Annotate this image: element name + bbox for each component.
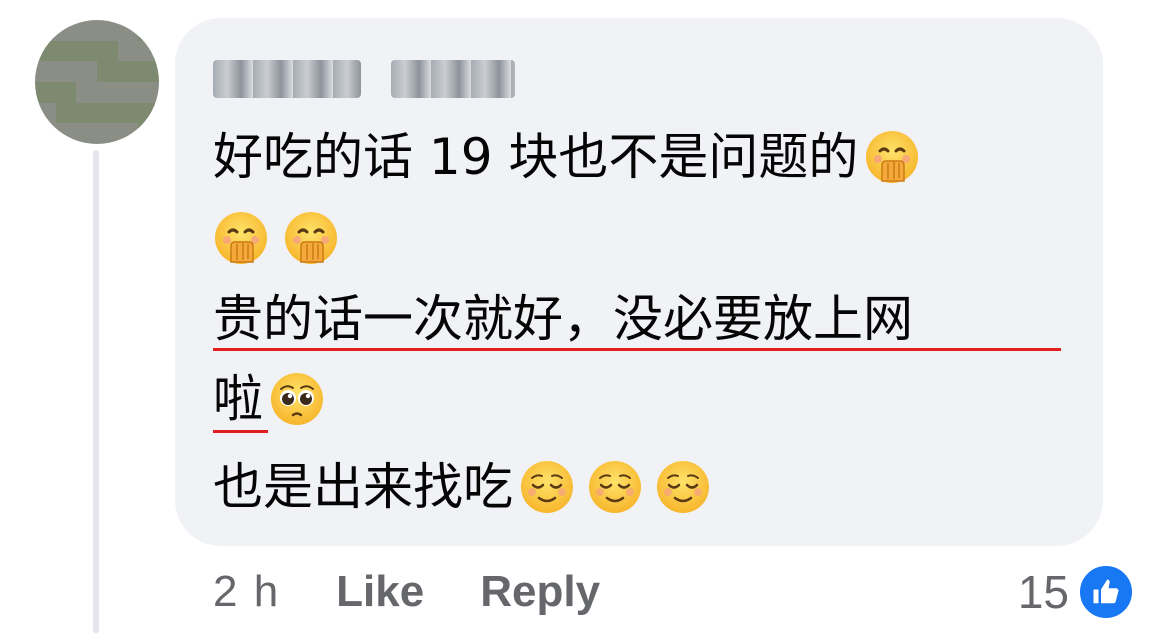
comment-line-5: 也是出来找吃 [213,458,711,516]
comment-line-4-text: 啦 [213,370,263,428]
comment-line-5-text: 也是出来找吃 [213,458,513,516]
author-last-name-blur [391,60,515,98]
comment-line-3-text: 贵的话一次就好，没必要放上网 [213,290,913,348]
thread-line [93,150,99,633]
like-button[interactable]: Like [336,567,424,617]
comment-line-3: 贵的话一次就好，没必要放上网 [213,290,913,348]
hand-over-mouth-icon [283,210,339,266]
comment-line-1: 好吃的话 19 块也不是问题的 [213,128,920,186]
relieved-face-icon [519,459,575,515]
comment-timestamp[interactable]: 2 h [213,567,280,617]
hand-over-mouth-icon [864,129,920,185]
reaction-summary[interactable]: 15 [1018,562,1135,622]
spellcheck-underline [213,348,1061,351]
author-name-redacted[interactable] [213,56,515,102]
comment-line-4: 啦 [213,370,325,428]
relieved-face-icon [587,459,643,515]
avatar[interactable] [35,20,159,144]
comment-actions: 2 h Like Reply [213,562,600,622]
spellcheck-underline [213,430,268,433]
comment-line-2 [213,210,339,266]
reply-button[interactable]: Reply [480,567,600,617]
comment-line-1-text: 好吃的话 19 块也不是问题的 [213,128,859,186]
author-first-name-blur [213,60,361,98]
pleading-face-icon [269,371,325,427]
reaction-count: 15 [1017,566,1069,618]
hand-over-mouth-icon [213,210,269,266]
thumbs-up-icon [1077,563,1135,621]
relieved-face-icon [655,459,711,515]
